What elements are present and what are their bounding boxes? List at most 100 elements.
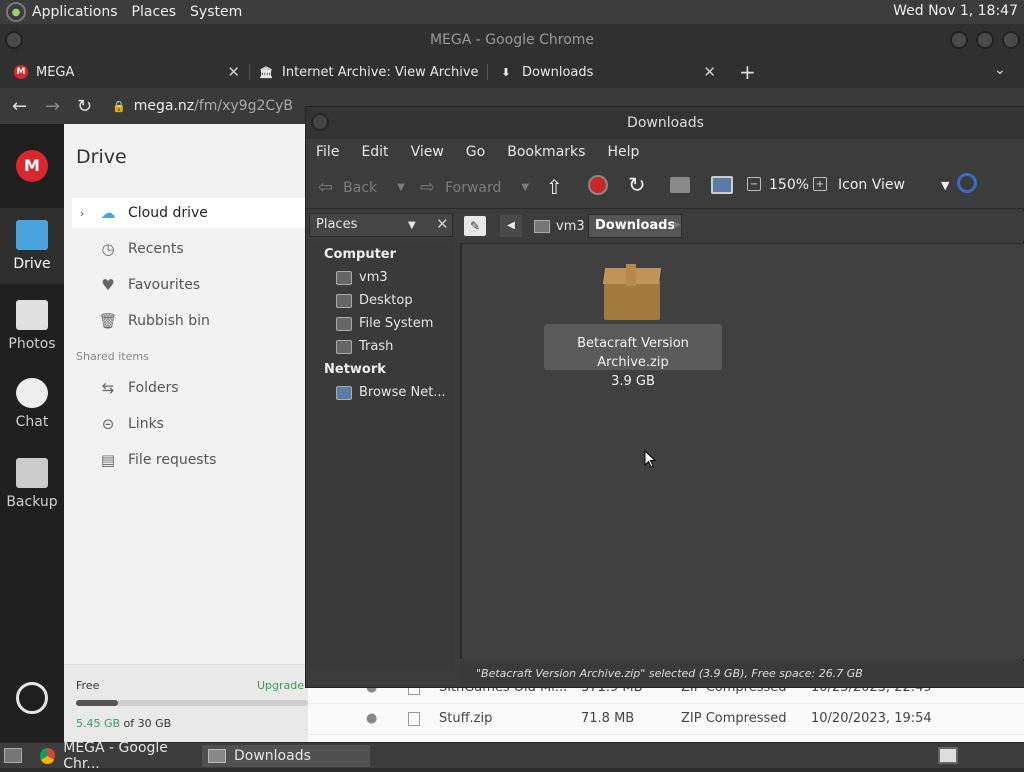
forward-arrow-icon[interactable]: → — [45, 96, 60, 117]
zip-archive-icon[interactable] — [602, 260, 662, 322]
taskbar-item-chrome[interactable]: MEGA - Google Chr... — [34, 740, 202, 772]
file-manager-toolbar: ⇦ Back ▼ ⇨ Forward ▼ ⇧ ↻ − 150% + Icon V… — [306, 165, 1024, 209]
chrome-close-button[interactable] — [1002, 31, 1020, 49]
chevron-right-icon[interactable]: › — [80, 207, 84, 220]
sidebar-item-rubbish-bin[interactable]: 🗑 Rubbish bin — [72, 306, 308, 336]
back-button[interactable]: ⇦ Back ▼ — [318, 177, 405, 198]
file-icon-view: Betacraft Version Archive.zip 3.9 GB — [460, 243, 1024, 659]
chrome-minimize-button[interactable] — [950, 31, 968, 49]
storage-bar — [76, 700, 308, 706]
workspace-switcher-icon[interactable] — [938, 747, 958, 764]
computer-icon[interactable] — [711, 176, 733, 194]
chevron-down-icon[interactable]: ▼ — [521, 182, 529, 193]
menu-file[interactable]: File — [316, 144, 339, 160]
window-menu-button[interactable] — [311, 113, 329, 131]
stop-icon[interactable] — [588, 175, 608, 195]
folder-icon — [16, 220, 48, 250]
file-manager-window: Downloads File Edit View Go Bookmarks He… — [305, 106, 1024, 688]
menu-go[interactable]: Go — [466, 144, 485, 160]
chat-icon — [16, 378, 48, 408]
sidebar-item-favourites[interactable]: ♥ Favourites — [72, 270, 308, 300]
view-mode-select[interactable]: Icon View ▼ — [838, 177, 949, 193]
reload-icon[interactable]: ↻ — [628, 173, 646, 197]
tab-search-chevron-icon[interactable]: ⌄ — [994, 62, 1006, 78]
taskbar-item-downloads[interactable]: Downloads — [202, 745, 370, 767]
sidebar-item-cloud-drive[interactable]: › ☁ Cloud drive — [72, 198, 308, 228]
sidebar-item-links[interactable]: ⊝ Links — [72, 409, 308, 439]
storage-bar-fill — [76, 700, 118, 706]
tab-internet-archive[interactable]: 🏛 Internet Archive: View Archive — [258, 56, 486, 88]
file-item-betacraft[interactable]: Betacraft Version Archive.zip 3.9 GB — [544, 334, 722, 391]
path-segment-downloads[interactable]: Downloads — [588, 214, 683, 238]
rail-item-chat[interactable]: Chat — [0, 378, 64, 454]
mega-logo-icon[interactable]: M — [16, 150, 48, 182]
folder-icon — [208, 749, 226, 763]
lock-icon: 🔒 — [112, 100, 126, 113]
rail-item-backup[interactable]: Backup — [0, 458, 64, 534]
menu-applications[interactable]: Applications — [32, 4, 118, 20]
forward-button[interactable]: ⇨ Forward ▼ — [420, 177, 529, 198]
chevron-down-icon[interactable]: ▼ — [397, 182, 405, 193]
shared-items-label: Shared items — [76, 350, 149, 363]
places-network-heading: Network — [324, 362, 386, 377]
reload-icon[interactable]: ↻ — [77, 96, 92, 117]
close-icon[interactable]: ✕ — [436, 215, 449, 233]
menu-system[interactable]: System — [190, 4, 242, 20]
clock[interactable]: Wed Nov 1, 18:47 — [893, 3, 1018, 19]
table-row[interactable]: ● Stuff.zip 71.8 MB ZIP Compressed 10/20… — [308, 703, 1024, 735]
places-item-browse-network[interactable]: Browse Net... — [336, 385, 446, 400]
home-folder-icon[interactable] — [670, 177, 690, 193]
new-tab-button[interactable]: + — [739, 60, 756, 84]
places-item-trash[interactable]: Trash — [336, 339, 393, 354]
back-arrow-icon: ⇦ — [318, 177, 334, 198]
places-item-vm3[interactable]: vm3 — [336, 270, 388, 285]
menu-view[interactable]: View — [411, 144, 444, 160]
places-item-desktop[interactable]: Desktop — [336, 293, 413, 308]
sidebar-item-recents[interactable]: ◷ Recents — [72, 234, 308, 264]
menu-help[interactable]: Help — [607, 144, 639, 160]
edit-location-icon[interactable]: ✎ — [464, 216, 486, 236]
search-icon[interactable] — [957, 173, 977, 193]
tab-mega[interactable]: M MEGA ✕ — [14, 56, 248, 88]
system-top-panel: ● Applications Places System Wed Nov 1, … — [0, 0, 1024, 24]
upgrade-link[interactable]: Upgrade — [257, 679, 304, 692]
transfer-manager-icon[interactable] — [16, 682, 48, 714]
link-icon: ⊝ — [101, 415, 115, 433]
distro-logo-icon[interactable]: ● — [6, 2, 26, 22]
chrome-maximize-button[interactable] — [976, 31, 994, 49]
file-name: Betacraft Version Archive.zip — [577, 336, 689, 370]
mega-icon: M — [14, 65, 28, 79]
places-item-file-system[interactable]: File System — [336, 316, 433, 331]
path-bar: ✎ ◀ vm3 Downloads ▶ — [460, 211, 1024, 241]
file-request-icon: ▤ — [100, 451, 116, 469]
storage-used-text: 5.45 GB of 30 GB — [76, 717, 172, 730]
rail-item-drive[interactable]: Drive — [0, 208, 64, 284]
path-segment-vm3[interactable]: vm3 — [528, 215, 591, 237]
close-icon[interactable]: ✕ — [703, 63, 716, 81]
file-manager-menubar: File Edit View Go Bookmarks Help — [306, 139, 1024, 165]
cloud-icon: ☁ — [100, 204, 116, 222]
zoom-out-icon[interactable]: − — [747, 177, 761, 191]
rail-item-photos[interactable]: Photos — [0, 300, 64, 376]
up-arrow-icon[interactable]: ⇧ — [546, 175, 563, 199]
menu-bookmarks[interactable]: Bookmarks — [507, 144, 585, 160]
back-arrow-icon[interactable]: ← — [12, 96, 27, 117]
close-icon[interactable]: ✕ — [227, 63, 240, 81]
zoom-in-icon[interactable]: + — [813, 177, 827, 191]
chevron-down-icon[interactable]: ▼ — [408, 220, 416, 231]
menu-places[interactable]: Places — [132, 4, 177, 20]
bottom-taskbar: MEGA - Google Chr... Downloads — [0, 740, 1024, 772]
chevron-left-icon[interactable]: ◀ — [500, 215, 522, 237]
chevron-right-icon[interactable]: ▶ — [674, 220, 681, 230]
places-select[interactable]: Places — [316, 217, 357, 232]
sidebar-item-folders[interactable]: ⇆ Folders — [72, 373, 308, 403]
sidebar-title: Drive — [76, 146, 127, 168]
chrome-window-menu-button[interactable] — [5, 31, 23, 49]
sidebar-item-file-requests[interactable]: ▤ File requests — [72, 445, 308, 475]
tab-archive-label: Internet Archive: View Archive — [282, 64, 479, 80]
menu-edit[interactable]: Edit — [361, 144, 388, 160]
file-manager-title-bar: Downloads — [306, 107, 1024, 139]
trash-icon — [336, 339, 352, 354]
show-desktop-icon[interactable] — [4, 748, 22, 763]
tab-downloads[interactable]: ⬇ Downloads ✕ — [498, 56, 724, 88]
